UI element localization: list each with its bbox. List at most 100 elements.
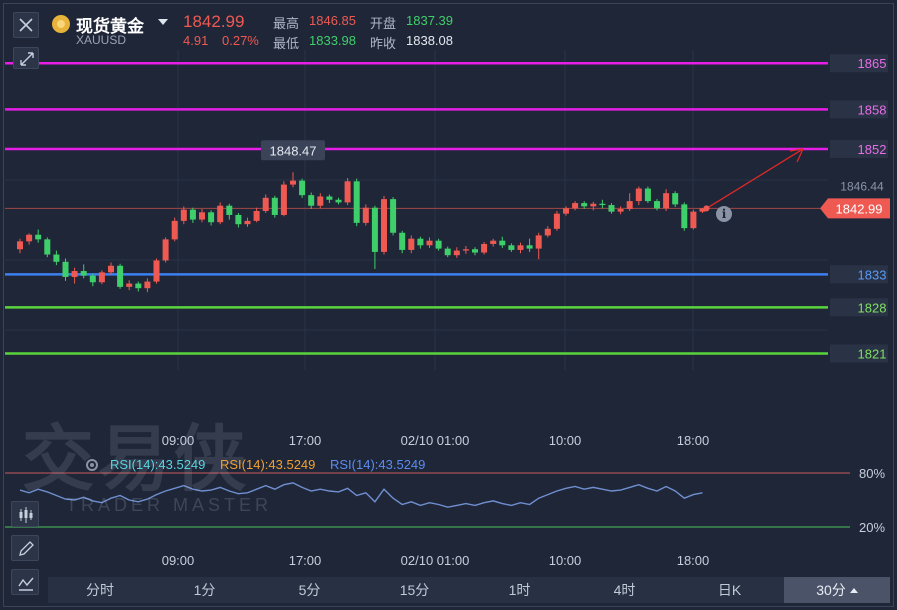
candle-body [353, 181, 360, 223]
chevron-down-icon[interactable] [158, 19, 168, 25]
rsi-x-tick-label: 02/10 01:00 [401, 553, 470, 568]
candle-body [590, 203, 597, 207]
candle-body [17, 241, 23, 250]
candle-body [135, 283, 142, 289]
candle-body [44, 239, 51, 255]
candle-body [244, 220, 251, 225]
caret-up-icon [849, 588, 858, 593]
tab-daily[interactable]: 日K [677, 577, 782, 603]
candle-body [35, 234, 42, 240]
tab-30min[interactable]: 30分 [784, 577, 890, 603]
level-label: 1865 [858, 56, 887, 71]
candle-body [453, 250, 460, 256]
candle-body [126, 283, 133, 287]
candle-body [108, 265, 114, 273]
draw-tool-button[interactable] [11, 535, 39, 561]
candle-body [80, 271, 87, 276]
candle-body [508, 245, 515, 250]
candle-body [280, 184, 287, 215]
x-tick-label: 18:00 [677, 433, 710, 448]
x-tick-label: 17:00 [289, 433, 322, 448]
x-tick-label: 10:00 [549, 433, 582, 448]
candle-body [189, 209, 196, 220]
rsi-x-tick-label: 17:00 [289, 553, 322, 568]
candle-body [544, 228, 551, 236]
candle-body [581, 203, 588, 207]
candle-body [499, 240, 506, 246]
candle-body [362, 207, 369, 223]
candle-body [371, 207, 378, 252]
candle-body [89, 275, 96, 283]
watermark-cn: 交易侠 [22, 417, 251, 501]
rsi-legend-3: RSI(14):43.5249 [330, 457, 426, 472]
close-button[interactable] [13, 12, 39, 38]
high-value: 1846.85 [309, 13, 356, 28]
candle-body [153, 260, 160, 282]
candle-body [399, 232, 406, 250]
candle-body [517, 245, 524, 250]
candle-body [426, 240, 433, 246]
tab-1hour[interactable]: 1时 [467, 577, 572, 603]
candle-body [626, 201, 633, 210]
settings-icon[interactable] [86, 459, 98, 471]
candle-body [308, 195, 315, 206]
level-label: 1828 [858, 300, 887, 315]
tab-30min-label: 30分 [816, 582, 846, 598]
candle-body [26, 234, 33, 242]
candle-body [535, 235, 542, 249]
candle-body [180, 209, 187, 221]
rsi-upper-label: 80% [859, 466, 885, 481]
candle-body [326, 196, 333, 200]
candle-body [226, 205, 233, 215]
high-label: 最高 [273, 16, 300, 31]
level-label: 1852 [858, 142, 887, 157]
candle-body [444, 248, 451, 256]
expand-button[interactable] [13, 47, 39, 69]
candle-body [71, 271, 78, 277]
candle-body [635, 188, 642, 202]
candle-body [199, 212, 205, 220]
candle-body [98, 272, 105, 283]
open-label: 开盘 [370, 16, 397, 31]
candle-body [144, 281, 151, 289]
candle-body [117, 265, 124, 287]
tab-4hour[interactable]: 4时 [572, 577, 677, 603]
candle-body [62, 261, 69, 277]
current-price: 1842.99 [183, 12, 245, 31]
candle-body [417, 238, 424, 246]
candle-body [408, 238, 415, 250]
candle-body [317, 196, 324, 206]
candle-body [171, 220, 178, 240]
level-label: 1833 [858, 267, 887, 282]
candle-body [271, 197, 278, 215]
candle-body [390, 199, 397, 233]
candle-body [490, 240, 497, 244]
close-icon [19, 18, 33, 32]
x-tick-label: 02/10 01:00 [401, 433, 470, 448]
price-change-pct: 0.27% [222, 33, 259, 48]
candle-body [381, 199, 387, 252]
collapse-arrows-icon [20, 52, 34, 66]
current-price-tag-label: 1842.99 [836, 201, 883, 216]
instrument-code: XAUUSD [76, 33, 127, 47]
candle-type-button[interactable] [11, 501, 39, 527]
tab-fenshi[interactable]: 分时 [48, 577, 152, 603]
line-chart-icon [18, 577, 34, 591]
candle-body [553, 213, 560, 229]
low-value: 1833.98 [309, 33, 356, 48]
indicator-button[interactable] [11, 569, 39, 595]
candle-body [690, 211, 697, 229]
tab-1min[interactable]: 1分 [152, 577, 257, 603]
candlestick-icon [19, 507, 33, 523]
open-value: 1837.39 [406, 13, 453, 28]
rsi-x-tick-label: 18:00 [677, 553, 710, 568]
tab-15min[interactable]: 15分 [362, 577, 467, 603]
candle-body [644, 188, 651, 202]
tab-5min[interactable]: 5分 [257, 577, 362, 603]
candle-body [526, 245, 533, 249]
price-chart[interactable]: 1865 1858 1852 1833 1828 1821 1842.99 1846.44 18… [0, 0, 897, 610]
info-icon[interactable]: i [716, 206, 732, 222]
rsi-lower-label: 20% [859, 520, 885, 535]
candle-body [472, 249, 478, 253]
candle-body [608, 205, 615, 212]
